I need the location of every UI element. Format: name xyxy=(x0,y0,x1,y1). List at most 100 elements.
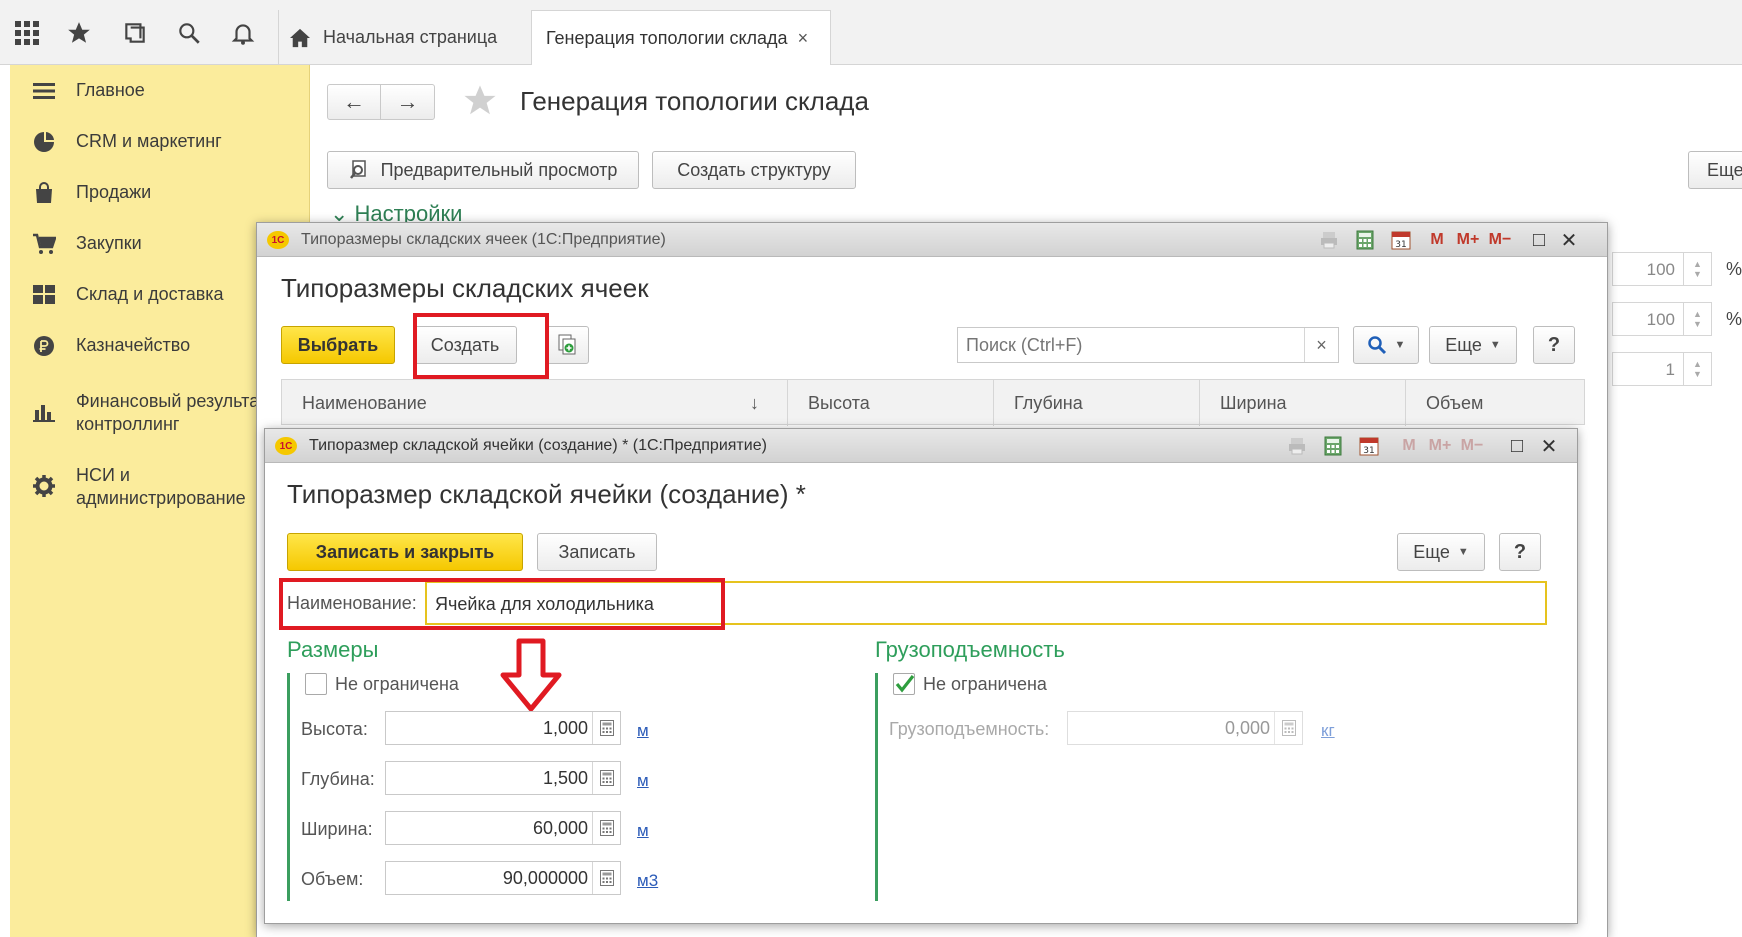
column-name[interactable]: Наименование ↓ xyxy=(282,380,788,426)
sidebar-item-label: НСИ и xyxy=(76,465,130,485)
item-help-button[interactable]: ? xyxy=(1499,533,1541,571)
column-volume[interactable]: Объем xyxy=(1406,380,1584,426)
volume-unit-link[interactable]: м3 xyxy=(637,871,658,891)
right-number-input-3[interactable]: 1 ▲ ▼ xyxy=(1612,352,1712,386)
list-help-button[interactable]: ? xyxy=(1533,326,1575,364)
tab-home-label: Начальная страница xyxy=(323,27,498,47)
sort-arrow-icon: ↓ xyxy=(750,392,759,413)
memory-m-button[interactable]: M xyxy=(1397,435,1421,457)
save-and-close-button[interactable]: Записать и закрыть xyxy=(287,533,523,571)
back-button[interactable]: ← xyxy=(328,85,382,119)
close-window-button[interactable]: ✕ xyxy=(1537,435,1561,458)
spinner-icon[interactable]: ▲ ▼ xyxy=(1683,253,1711,285)
select-button[interactable]: Выбрать xyxy=(281,326,395,364)
capacity-input[interactable]: 0,000 xyxy=(1067,711,1303,745)
print-icon[interactable] xyxy=(1317,229,1341,251)
search-icon xyxy=(1367,335,1387,355)
preview-button[interactable]: Предварительный просмотр xyxy=(327,151,639,189)
width-input[interactable]: 60,000 xyxy=(385,811,621,845)
calendar-icon[interactable]: 31 xyxy=(1357,435,1381,457)
column-height[interactable]: Высота xyxy=(788,380,994,426)
memory-plus-button[interactable]: M+ xyxy=(1453,229,1483,251)
favorite-star-icon[interactable] xyxy=(462,84,498,120)
settings-group-header[interactable]: ⌄ Настройки xyxy=(330,201,462,223)
forward-button[interactable]: → xyxy=(381,85,434,119)
print-icon[interactable] xyxy=(1285,435,1309,457)
calculator-icon[interactable] xyxy=(592,862,620,894)
height-unit-link[interactable]: м xyxy=(637,721,649,741)
sidebar-item-label-line2: контроллинг xyxy=(76,414,180,434)
create-structure-button[interactable]: Создать структуру xyxy=(652,151,856,189)
spinner-icon[interactable]: ▲ ▼ xyxy=(1683,303,1711,335)
column-width[interactable]: Ширина xyxy=(1200,380,1406,426)
list-more-button[interactable]: Еще ▼ xyxy=(1429,326,1517,364)
sidebar-item-crm[interactable]: CRM и маркетинг xyxy=(10,130,310,154)
bell-icon[interactable] xyxy=(226,16,260,50)
search-options-button[interactable]: ▼ xyxy=(1353,326,1419,364)
item-more-button[interactable]: Еще ▼ xyxy=(1397,533,1485,571)
calculator-icon[interactable] xyxy=(1321,435,1345,457)
height-value: 1,000 xyxy=(542,718,588,738)
spinner-icon[interactable]: ▲ ▼ xyxy=(1683,353,1711,385)
svg-text:31: 31 xyxy=(1363,446,1374,456)
column-depth[interactable]: Глубина xyxy=(994,380,1200,426)
search-clear-icon[interactable]: × xyxy=(1304,328,1338,362)
memory-minus-button[interactable]: M− xyxy=(1485,229,1515,251)
search-input[interactable] xyxy=(958,328,1304,362)
sidebar-item-sales[interactable]: Продажи xyxy=(10,181,310,205)
save-button[interactable]: Записать xyxy=(537,533,657,571)
capacity-unlimited-checkbox[interactable] xyxy=(893,673,915,695)
depth-input[interactable]: 1,500 xyxy=(385,761,621,795)
right-number-input-1[interactable]: 100 ▲ ▼ xyxy=(1612,252,1712,286)
width-unit-link[interactable]: м xyxy=(637,821,649,841)
close-window-button[interactable]: ✕ xyxy=(1557,229,1581,252)
memory-minus-button[interactable]: M− xyxy=(1457,435,1487,457)
capacity-field-label: Грузоподъемность: xyxy=(889,719,1050,739)
copy-create-button[interactable] xyxy=(545,326,589,364)
sidebar-item-label: Главное xyxy=(76,80,145,100)
column-name-label: Наименование xyxy=(302,392,427,413)
height-input[interactable]: 1,000 xyxy=(385,711,621,745)
bg-more-button[interactable]: Еще xyxy=(1688,151,1742,189)
gear-icon xyxy=(24,474,64,498)
star-icon[interactable] xyxy=(62,16,96,50)
right-number-input-2[interactable]: 100 ▲ ▼ xyxy=(1612,302,1712,336)
tab-close-icon[interactable]: × xyxy=(798,28,809,49)
preview-icon xyxy=(349,159,371,181)
menu-icon xyxy=(24,79,64,103)
volume-input[interactable]: 90,000000 xyxy=(385,861,621,895)
percent-label: % xyxy=(1726,259,1742,279)
depth-unit-link[interactable]: м xyxy=(637,771,649,791)
create-structure-label: Создать структуру xyxy=(677,159,831,180)
list-form-title: Типоразмеры складских ячеек xyxy=(281,273,649,303)
ruble-coin-icon xyxy=(24,334,64,358)
capacity-group-header: Грузоподъемность xyxy=(875,637,1065,662)
calculator-icon[interactable] xyxy=(592,712,620,744)
tab-warehouse-topology[interactable]: Генерация топологии склада × xyxy=(531,10,831,65)
sidebar-item-label: Продажи xyxy=(76,182,152,202)
settings-label: Настройки xyxy=(354,201,463,223)
down-arrow-annotation xyxy=(497,637,565,718)
capacity-unit-link[interactable]: кг xyxy=(1321,721,1335,741)
depth-label: Глубина: xyxy=(301,769,375,789)
calculator-icon[interactable] xyxy=(592,762,620,794)
depth-value: 1,500 xyxy=(542,768,588,788)
calculator-icon[interactable] xyxy=(592,812,620,844)
capacity-group-line xyxy=(875,673,878,901)
memory-m-button[interactable]: M xyxy=(1425,229,1449,251)
history-icon[interactable] xyxy=(118,16,152,50)
memory-plus-button[interactable]: M+ xyxy=(1425,435,1455,457)
sizes-unlimited-checkbox[interactable] xyxy=(305,673,327,695)
calculator-icon[interactable] xyxy=(1353,229,1377,251)
maximize-button[interactable]: □ xyxy=(1527,229,1551,251)
calendar-icon[interactable]: 31 xyxy=(1389,229,1413,251)
height-label: Высота: xyxy=(301,719,368,739)
tab-home[interactable]: Начальная страница xyxy=(278,10,530,65)
sidebar-item-main[interactable]: Главное xyxy=(10,79,310,103)
maximize-button[interactable]: □ xyxy=(1505,435,1529,457)
search-icon[interactable] xyxy=(172,16,206,50)
sidebar-item-label: Финансовый результат и xyxy=(76,391,276,411)
search-field[interactable]: × xyxy=(957,327,1339,363)
calculator-icon[interactable] xyxy=(1274,712,1302,744)
apps-grid-icon[interactable] xyxy=(10,16,44,50)
